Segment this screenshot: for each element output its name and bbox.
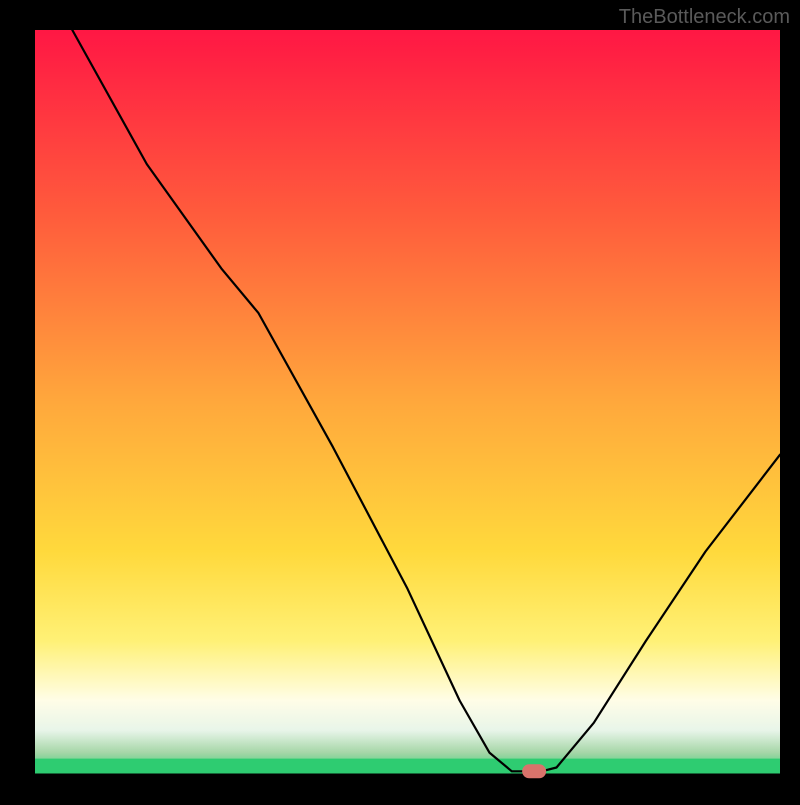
watermark-text: TheBottleneck.com [619, 6, 790, 29]
bottleneck-chart [0, 0, 800, 800]
chart-svg [0, 0, 800, 800]
